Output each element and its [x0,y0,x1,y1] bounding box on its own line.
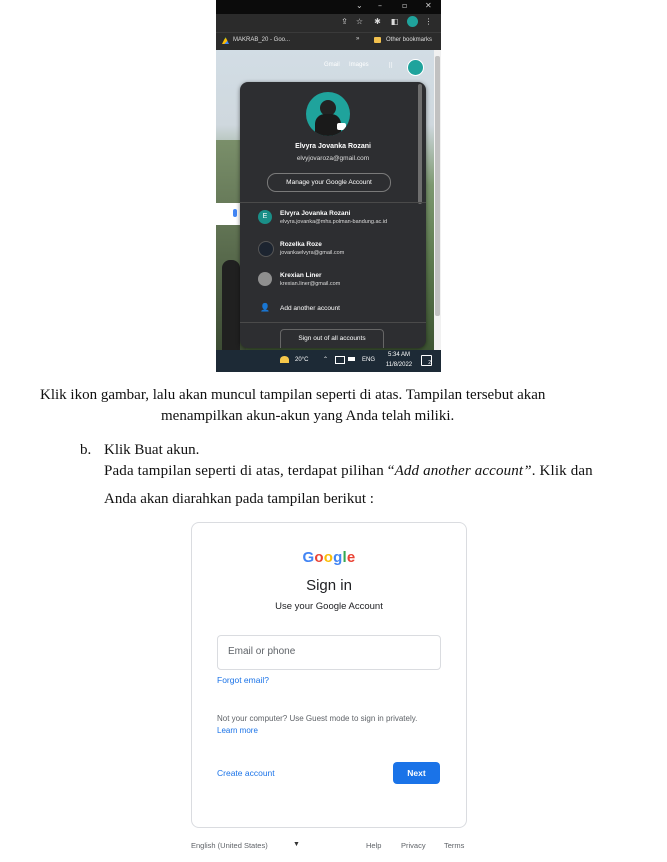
windows-taskbar: 20°C ⌃ ENG 5:34 AM 11/8/2022 2 [216,350,441,372]
dropdown-arrow-icon[interactable]: ▼ [293,841,300,848]
page-title: Sign in [306,577,352,594]
step-description-line-1: Pada tampilan seperti di atas, terdapat … [104,463,593,479]
privacy-link[interactable]: Privacy [401,841,426,850]
sign-out-button[interactable]: Sign out of all accounts [280,329,384,348]
terms-link[interactable]: Terms [444,841,464,850]
folder-icon [374,37,381,43]
notification-icon[interactable]: 2 [421,355,432,366]
add-person-icon: 👤 [260,303,270,312]
tray-arrow-icon[interactable]: ⌃ [323,356,328,363]
restore-icon[interactable]: ▫ [402,1,407,10]
battery-icon[interactable] [348,357,355,361]
close-icon[interactable]: ✕ [425,1,432,10]
account-item-name[interactable]: Krexian Liner [280,272,322,279]
account-avatar-1: E [258,210,272,224]
browser-screenshot-account-menu: ⌄ – ▫ ✕ ⇪ ☆ ✱ ◧ ⋮ MAKRAB_20 - Goo... » O… [216,0,441,372]
profile-photo [306,92,350,136]
language-indicator[interactable]: ENG [362,357,375,363]
language-select[interactable]: English (United States) [191,841,268,850]
menu-dots-icon[interactable]: ⋮ [424,17,433,26]
share-icon[interactable]: ⇪ [340,17,349,26]
search-bar-fragment[interactable] [216,203,242,225]
account-name: Elvyra Jovanka Rozani [295,143,371,150]
network-icon[interactable] [335,356,345,364]
step-marker: b. [80,442,92,458]
camera-icon[interactable] [337,123,346,130]
mic-icon[interactable] [233,209,237,217]
bookmarks-bar: MAKRAB_20 - Goo... » Other bookmarks [216,32,441,50]
account-item-email[interactable]: krexian.liner@gmail.com [280,281,340,287]
apps-grid-icon[interactable]: ⠿ [388,62,393,70]
account-item-email[interactable]: jovankaelvyra@gmail.com [280,250,344,256]
manage-account-button[interactable]: Manage your Google Account [267,173,391,192]
tab-strip: ⌄ – ▫ ✕ [216,0,441,14]
temperature[interactable]: 20°C [295,357,308,363]
images-link[interactable]: Images [349,62,369,68]
guest-mode-note: Not your computer? Use Guest mode to sig… [217,714,418,723]
account-email: elvyjovaroza@gmail.com [296,155,370,162]
add-another-account[interactable]: Add another account [280,305,340,312]
email-placeholder: Email or phone [228,646,296,657]
clock-time[interactable]: 5:34 AM [382,352,416,358]
extensions-icon[interactable]: ✱ [373,17,382,26]
divider [240,202,426,203]
minimize-icon[interactable]: – [378,1,382,10]
page-scrollbar[interactable] [434,50,441,350]
divider [240,322,426,323]
account-panel: Elvyra Jovanka Rozani elvyjovaroza@gmail… [240,82,426,348]
email-field[interactable]: Email or phone [217,635,441,670]
account-avatar-button[interactable] [407,59,424,76]
account-avatar-3 [258,272,272,286]
step-description-line-2: Anda akan diarahkan pada tampilan beriku… [104,491,374,507]
help-link[interactable]: Help [366,841,381,850]
side-panel-icon[interactable]: ◧ [390,17,399,26]
browser-toolbar: ⇪ ☆ ✱ ◧ ⋮ [216,14,441,32]
next-button[interactable]: Next [393,762,440,784]
background-figure [222,260,240,350]
account-item-email[interactable]: elvyra.jovanka@mhs.polman-bandung.ac.id [280,219,387,225]
caption-line-1: Klik ikon gambar, lalu akan muncul tampi… [40,387,546,403]
profile-avatar[interactable] [407,16,418,27]
drive-icon [222,37,229,44]
gmail-link[interactable]: Gmail [324,62,340,68]
create-account-link[interactable]: Create account [217,768,275,778]
caption-line-2: menampilkan akun-akun yang Anda telah mi… [161,408,455,424]
step-title: Klik Buat akun. [104,442,200,458]
clock-date[interactable]: 11/8/2022 [382,362,416,368]
bookmark-item[interactable]: MAKRAB_20 - Goo... [233,37,290,43]
tab-search-icon[interactable]: ⌄ [356,1,363,10]
google-logo: Google [302,549,356,566]
learn-more-link[interactable]: Learn more [217,726,258,735]
weather-icon [280,356,289,363]
google-signin-card: Google Sign in Use your Google Account E… [191,522,467,828]
bookmark-star-icon[interactable]: ☆ [355,17,364,26]
bookmarks-more-icon[interactable]: » [356,36,359,42]
forgot-email-link[interactable]: Forgot email? [217,675,269,685]
account-item-name[interactable]: Elvyra Jovanka Rozani [280,210,350,217]
account-avatar-2 [258,241,274,257]
account-item-name[interactable]: Rozelka Roze [280,241,322,248]
page-subtitle: Use your Google Account [275,601,383,612]
other-bookmarks[interactable]: Other bookmarks [386,37,432,43]
